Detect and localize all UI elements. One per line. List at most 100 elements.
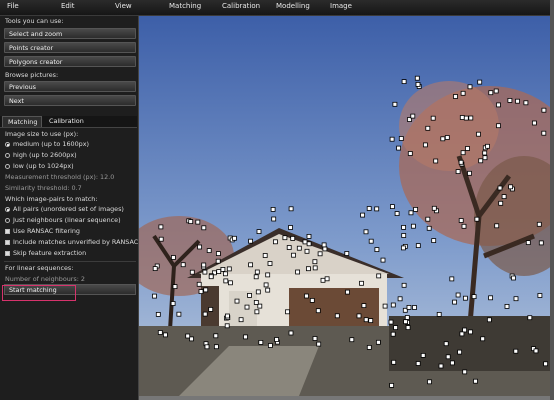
feature-point bbox=[494, 223, 500, 229]
polygons-creator-button[interactable]: Polygons creator bbox=[4, 56, 136, 67]
feature-point bbox=[214, 344, 219, 350]
feature-point bbox=[476, 131, 481, 137]
feature-point bbox=[247, 292, 252, 298]
feature-point bbox=[213, 333, 219, 339]
feature-point bbox=[436, 311, 442, 317]
feature-point bbox=[263, 282, 269, 288]
feature-point bbox=[433, 158, 439, 164]
feature-point bbox=[422, 142, 428, 148]
feature-point bbox=[157, 330, 163, 335]
feature-point bbox=[400, 245, 406, 251]
feature-point bbox=[366, 344, 372, 350]
feature-point bbox=[457, 349, 463, 355]
feature-point bbox=[201, 262, 207, 268]
menu-view[interactable]: View bbox=[115, 2, 132, 10]
feature-point bbox=[390, 331, 396, 337]
feature-point bbox=[158, 224, 164, 230]
select-zoom-button[interactable]: Select and zoom bbox=[4, 28, 136, 39]
feature-point bbox=[152, 293, 157, 299]
feature-point bbox=[405, 325, 411, 331]
feature-point bbox=[401, 79, 407, 84]
radio-high[interactable] bbox=[5, 153, 10, 158]
feature-point bbox=[206, 248, 212, 254]
checkbox-ransac[interactable] bbox=[5, 229, 10, 234]
feature-point bbox=[504, 303, 510, 309]
feature-point bbox=[171, 255, 176, 260]
checkbox-unverified[interactable] bbox=[5, 240, 10, 245]
feature-point bbox=[444, 135, 450, 140]
radio-all-pairs[interactable] bbox=[5, 207, 10, 212]
feature-point bbox=[391, 359, 397, 365]
tab-calibration[interactable]: Calibration bbox=[44, 116, 84, 127]
menu-image[interactable]: Image bbox=[330, 2, 352, 10]
feature-point bbox=[315, 308, 321, 314]
feature-point bbox=[334, 313, 340, 319]
radio-medium[interactable] bbox=[5, 142, 10, 147]
menu-calibration[interactable]: Calibration bbox=[222, 2, 260, 10]
menu-edit[interactable]: Edit bbox=[61, 2, 75, 10]
feature-point bbox=[458, 218, 464, 223]
radio-neighbours[interactable] bbox=[5, 218, 10, 223]
feature-point bbox=[486, 317, 492, 323]
feature-point bbox=[324, 276, 330, 282]
feature-point bbox=[376, 273, 382, 279]
feature-point bbox=[201, 225, 207, 231]
feature-point bbox=[321, 242, 327, 248]
radio-medium-label: medium (up to 1600px) bbox=[13, 140, 89, 148]
feature-point bbox=[176, 311, 182, 317]
feature-point bbox=[256, 229, 262, 235]
feature-point bbox=[180, 262, 186, 268]
feature-point bbox=[288, 206, 294, 212]
feature-point bbox=[497, 185, 503, 191]
radio-low[interactable] bbox=[5, 164, 10, 169]
previous-button[interactable]: Previous bbox=[4, 81, 136, 92]
points-creator-button[interactable]: Points creator bbox=[4, 42, 136, 53]
feature-point bbox=[196, 281, 202, 287]
radio-high-label: high (up to 2600px) bbox=[13, 151, 77, 159]
feature-point bbox=[482, 150, 488, 156]
tools-header: Tools you can use: bbox=[5, 17, 64, 25]
feature-point bbox=[254, 309, 260, 315]
feature-point bbox=[248, 262, 253, 268]
feature-point bbox=[415, 82, 421, 87]
menu-file[interactable]: File bbox=[7, 2, 19, 10]
feature-point bbox=[282, 235, 288, 241]
neighbours-count[interactable]: Number of neighbours: 2 bbox=[5, 275, 85, 283]
tab-matching[interactable]: Matching bbox=[2, 116, 42, 127]
feature-point bbox=[415, 243, 421, 249]
next-button[interactable]: Next bbox=[4, 95, 136, 106]
feature-point bbox=[445, 354, 451, 360]
feature-point bbox=[463, 115, 469, 121]
pairs-header: Which image-pairs to match: bbox=[5, 195, 98, 203]
feature-point bbox=[449, 276, 455, 282]
feature-point bbox=[531, 120, 537, 126]
menu-matching[interactable]: Matching bbox=[169, 2, 201, 10]
feature-point bbox=[452, 299, 458, 305]
feature-point bbox=[389, 136, 395, 142]
feature-point bbox=[288, 225, 293, 230]
feature-point bbox=[389, 382, 395, 388]
feature-point bbox=[216, 269, 222, 275]
feature-point bbox=[253, 299, 259, 305]
feature-point bbox=[349, 337, 355, 343]
feature-point bbox=[312, 336, 318, 341]
feature-point bbox=[543, 361, 549, 367]
feature-point bbox=[198, 289, 204, 295]
feature-point bbox=[216, 251, 221, 257]
similarity-threshold[interactable]: Similarity threshold: 0.7 bbox=[5, 184, 82, 192]
feature-point bbox=[258, 339, 264, 345]
feature-point bbox=[380, 257, 386, 263]
feature-point bbox=[393, 325, 399, 331]
feature-point bbox=[359, 280, 364, 286]
feature-point bbox=[285, 309, 290, 315]
feature-point bbox=[185, 333, 191, 339]
feature-point bbox=[459, 115, 465, 120]
measurement-threshold[interactable]: Measurement threshold (px): 12.0 bbox=[5, 173, 114, 181]
vertical-scrollbar[interactable] bbox=[550, 0, 554, 400]
photo-viewport[interactable] bbox=[139, 16, 550, 396]
menu-modelling[interactable]: Modelling bbox=[276, 2, 310, 10]
feature-point bbox=[453, 94, 458, 99]
feature-point bbox=[253, 274, 259, 280]
feature-point bbox=[478, 158, 484, 164]
checkbox-skip-extraction[interactable] bbox=[5, 251, 10, 256]
